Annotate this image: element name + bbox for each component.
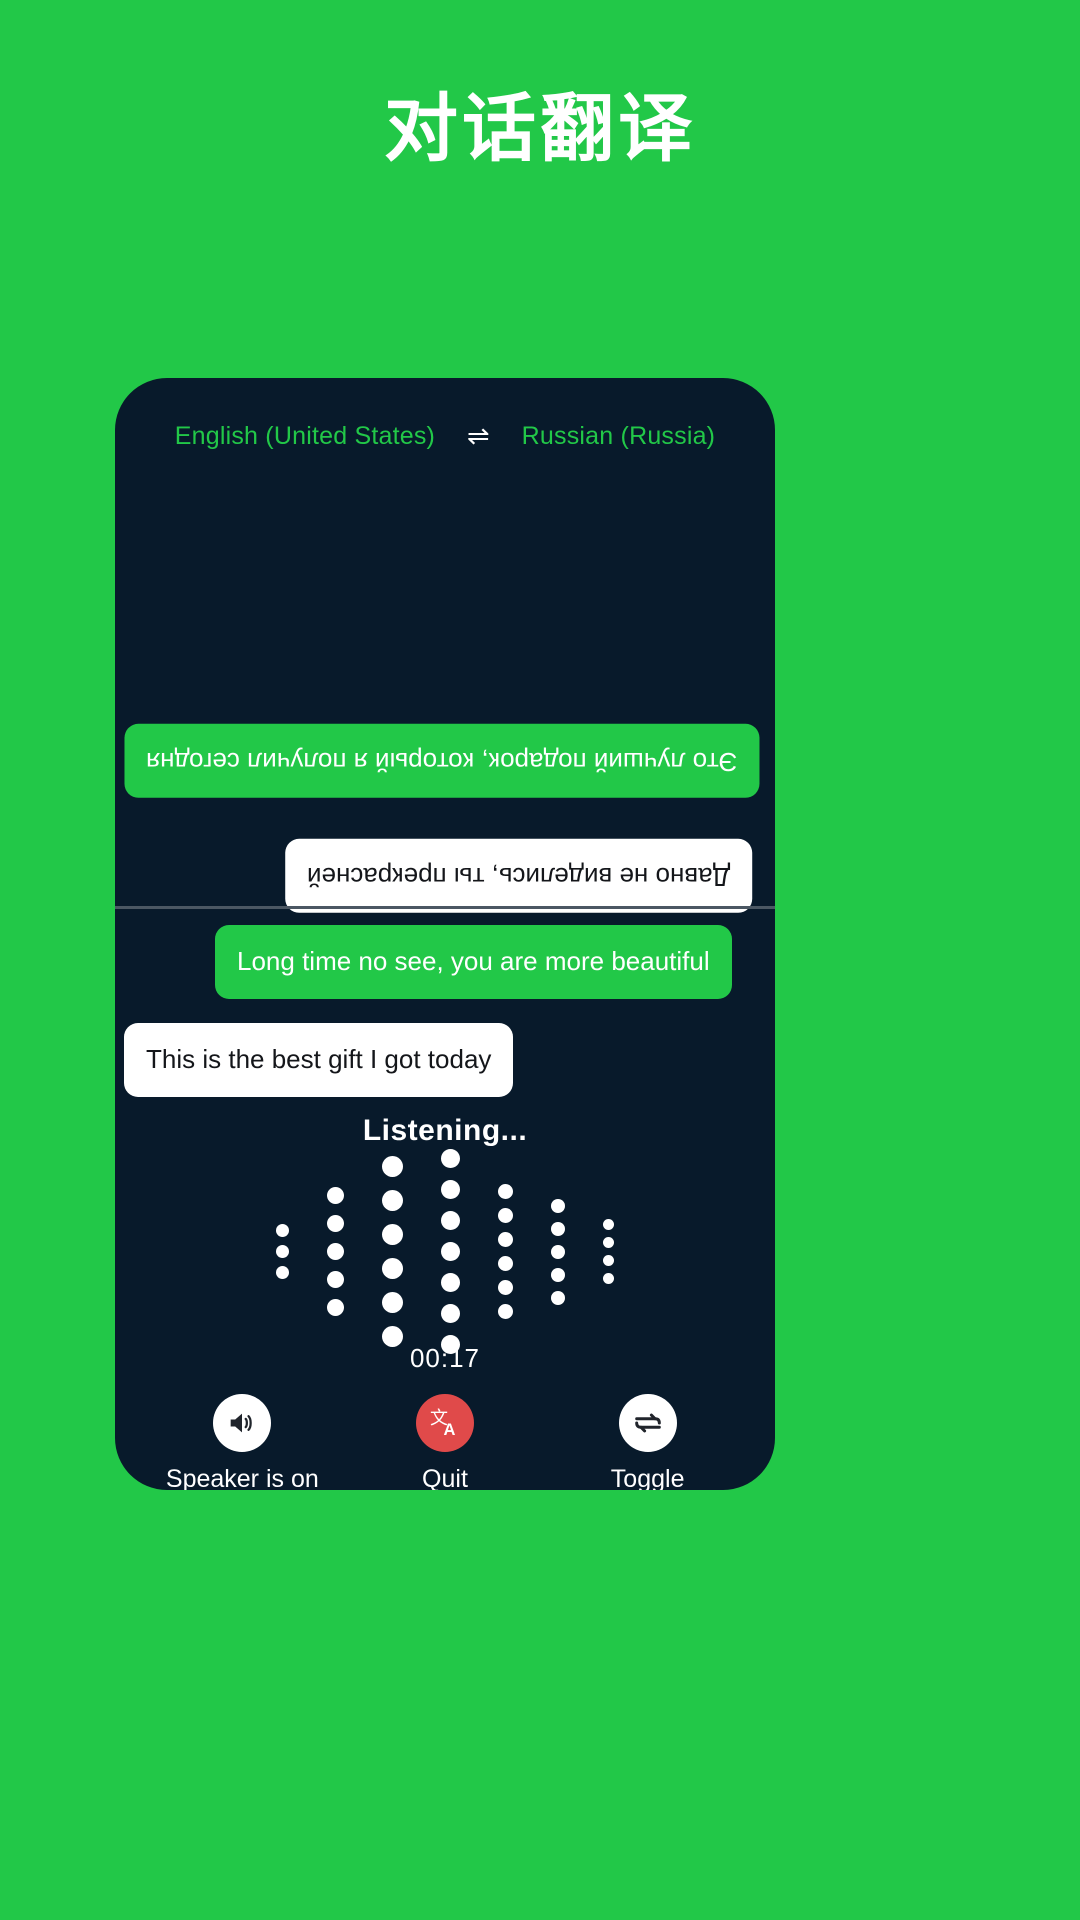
waveform-dot	[498, 1232, 513, 1247]
waveform-column	[276, 1224, 289, 1279]
waveform-dot	[498, 1304, 513, 1319]
page-title: 对话翻译	[384, 87, 696, 170]
target-language-selector[interactable]: Russian (Russia)	[522, 422, 716, 451]
language-bar: English (United States) ⇌ Russian (Russi…	[115, 422, 775, 451]
waveform-dot	[441, 1242, 460, 1261]
waveform-dot	[551, 1221, 565, 1236]
waveform-dot	[382, 1190, 403, 1211]
toggle-label: Toggle	[610, 1465, 685, 1490]
waveform-dot	[551, 1267, 565, 1282]
speaker-toggle-button[interactable]: Speaker is on	[152, 1394, 332, 1490]
waveform-dot	[551, 1244, 565, 1259]
waveform-dot	[276, 1224, 289, 1237]
message-bubble-local-green[interactable]: Long time no see, you are more beautiful	[215, 925, 732, 999]
waveform-dot	[551, 1198, 565, 1213]
swap-loop-icon	[618, 1394, 677, 1452]
waveform-column	[603, 1219, 614, 1284]
waveform-dot	[441, 1211, 460, 1230]
waveform-dot	[327, 1243, 344, 1260]
waveform-dot	[498, 1208, 513, 1223]
waveform-dot	[382, 1292, 403, 1313]
audio-waveform	[115, 1149, 775, 1354]
message-bubble-remote-green[interactable]: Это лучший подарок, который я получил се…	[124, 724, 760, 798]
app-root: 对话翻译 English (United States) ⇌ Russian (…	[0, 0, 1080, 1920]
waveform-column	[382, 1156, 403, 1347]
waveform-dot	[603, 1219, 614, 1230]
swap-horizontal-icon[interactable]: ⇌	[465, 423, 492, 450]
control-bar: Speaker is on 文 A Quit Toggle	[115, 1394, 775, 1490]
waveform-dot	[498, 1256, 513, 1271]
waveform-column	[498, 1184, 513, 1319]
phone-card: English (United States) ⇌ Russian (Russi…	[115, 378, 775, 1490]
waveform-dot	[327, 1271, 344, 1288]
waveform-dot	[603, 1273, 614, 1284]
waveform-dot	[382, 1224, 403, 1245]
waveform-dot	[327, 1299, 344, 1316]
waveform-dot	[441, 1273, 460, 1292]
waveform-dot	[603, 1255, 614, 1266]
toggle-button[interactable]: Toggle	[558, 1394, 738, 1490]
waveform-dot	[382, 1258, 403, 1279]
recording-timer: 00:17	[409, 1343, 481, 1373]
source-language-selector[interactable]: English (United States)	[175, 422, 435, 451]
waveform-column	[327, 1187, 344, 1316]
remote-conversation-pane: Это лучший подарок, который я получил се…	[115, 466, 775, 913]
waveform-dot	[327, 1215, 344, 1232]
speaker-toggle-label: Speaker is on	[165, 1465, 319, 1490]
listening-status-label: Listening...	[362, 1114, 528, 1147]
svg-text:A: A	[443, 1421, 455, 1439]
waveform-dot	[276, 1245, 289, 1258]
waveform-dot	[603, 1237, 614, 1248]
waveform-dot	[551, 1290, 565, 1305]
quit-button[interactable]: 文 A Quit	[355, 1394, 535, 1490]
waveform-column	[441, 1149, 460, 1354]
waveform-dot	[441, 1180, 460, 1199]
waveform-dot	[498, 1184, 513, 1199]
waveform-dot	[498, 1280, 513, 1295]
waveform-dot	[327, 1187, 344, 1204]
translate-icon: 文 A	[415, 1394, 474, 1452]
waveform-dot	[276, 1266, 289, 1279]
waveform-dot	[441, 1149, 460, 1168]
message-bubble-remote-white[interactable]: Давно не виделись, ты прекрасней	[285, 839, 753, 913]
waveform-column	[551, 1198, 565, 1305]
speaker-on-icon	[213, 1394, 272, 1452]
quit-label: Quit	[422, 1465, 468, 1490]
waveform-dot	[382, 1156, 403, 1177]
pane-divider	[115, 906, 775, 909]
message-bubble-local-white[interactable]: This is the best gift I got today	[124, 1023, 514, 1097]
waveform-dot	[441, 1304, 460, 1323]
